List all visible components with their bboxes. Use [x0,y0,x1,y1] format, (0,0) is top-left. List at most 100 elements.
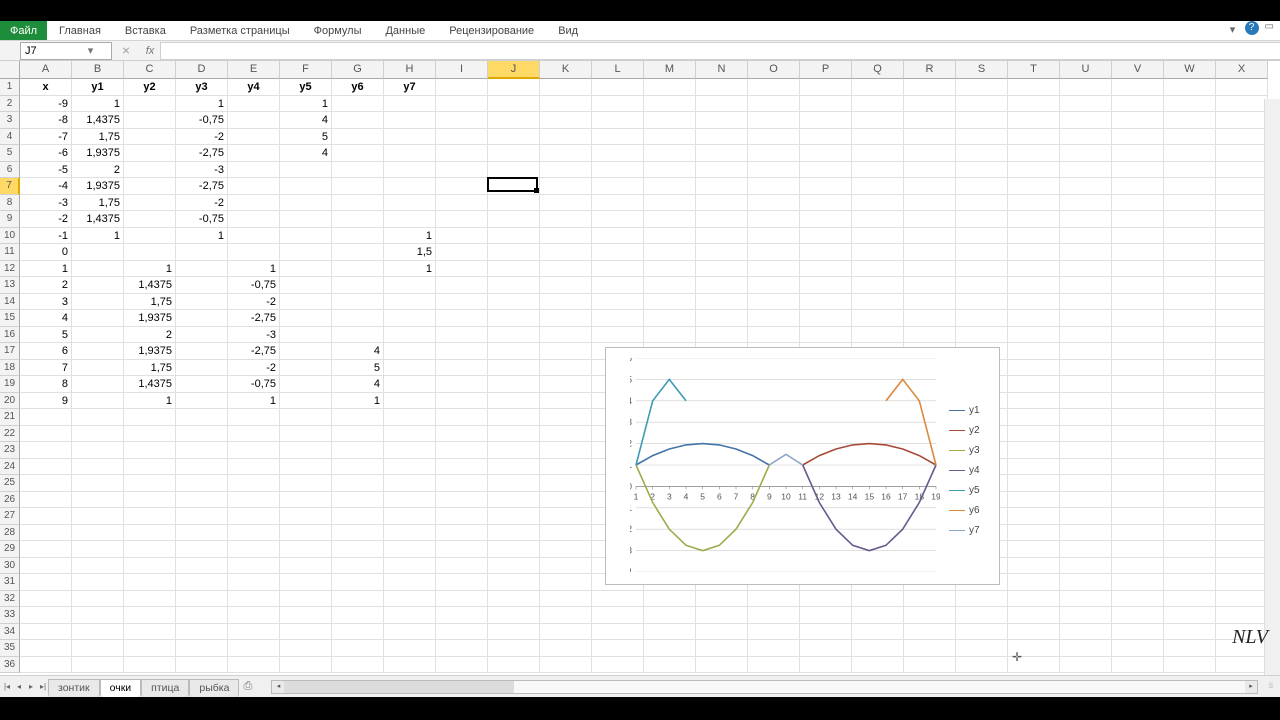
cell-U13[interactable] [1060,277,1112,294]
cell-M1[interactable] [644,79,696,96]
cell-I34[interactable] [436,624,488,641]
cell-X18[interactable] [1216,360,1268,377]
cell-B14[interactable] [72,294,124,311]
cell-A21[interactable] [20,409,72,426]
cell-W28[interactable] [1164,525,1216,542]
cell-E13[interactable]: -0,75 [228,277,280,294]
cell-E7[interactable] [228,178,280,195]
sheet-nav-next-icon[interactable]: ▸ [26,679,36,695]
cell-X7[interactable] [1216,178,1268,195]
cell-A22[interactable] [20,426,72,443]
cell-J9[interactable] [488,211,540,228]
cell-D27[interactable] [176,508,228,525]
cell-A10[interactable]: -1 [20,228,72,245]
cell-F17[interactable] [280,343,332,360]
cell-V15[interactable] [1112,310,1164,327]
cell-N5[interactable] [696,145,748,162]
cell-U12[interactable] [1060,261,1112,278]
cell-E23[interactable] [228,442,280,459]
cell-X29[interactable] [1216,541,1268,558]
cell-C19[interactable]: 1,4375 [124,376,176,393]
cell-N9[interactable] [696,211,748,228]
cell-Q9[interactable] [852,211,904,228]
cell-H3[interactable] [384,112,436,129]
cell-I24[interactable] [436,459,488,476]
cell-K16[interactable] [540,327,592,344]
cell-G17[interactable]: 4 [332,343,384,360]
cell-M5[interactable] [644,145,696,162]
cell-L15[interactable] [592,310,644,327]
cell-E25[interactable] [228,475,280,492]
cell-B10[interactable]: 1 [72,228,124,245]
cell-I30[interactable] [436,558,488,575]
cell-X31[interactable] [1216,574,1268,591]
cell-C30[interactable] [124,558,176,575]
cell-D10[interactable]: 1 [176,228,228,245]
cell-U32[interactable] [1060,591,1112,608]
cell-F12[interactable] [280,261,332,278]
cell-G18[interactable]: 5 [332,360,384,377]
cell-H2[interactable] [384,96,436,113]
cell-D5[interactable]: -2,75 [176,145,228,162]
cell-A2[interactable]: -9 [20,96,72,113]
cell-J6[interactable] [488,162,540,179]
cell-I18[interactable] [436,360,488,377]
cell-P11[interactable] [800,244,852,261]
cell-H8[interactable] [384,195,436,212]
cell-V11[interactable] [1112,244,1164,261]
cell-V30[interactable] [1112,558,1164,575]
cell-X12[interactable] [1216,261,1268,278]
cell-J5[interactable] [488,145,540,162]
cell-F27[interactable] [280,508,332,525]
cell-E36[interactable] [228,657,280,674]
cell-V12[interactable] [1112,261,1164,278]
cell-V4[interactable] [1112,129,1164,146]
row-header-29[interactable]: 29 [0,541,20,558]
cell-D2[interactable]: 1 [176,96,228,113]
cell-S3[interactable] [956,112,1008,129]
cell-O36[interactable] [748,657,800,674]
cell-C32[interactable] [124,591,176,608]
cell-R9[interactable] [904,211,956,228]
cell-I13[interactable] [436,277,488,294]
cell-K10[interactable] [540,228,592,245]
cell-T10[interactable] [1008,228,1060,245]
cell-B17[interactable] [72,343,124,360]
cell-C27[interactable] [124,508,176,525]
cell-H36[interactable] [384,657,436,674]
cell-C21[interactable] [124,409,176,426]
cell-G34[interactable] [332,624,384,641]
cell-A11[interactable]: 0 [20,244,72,261]
cell-A6[interactable]: -5 [20,162,72,179]
col-header-X[interactable]: X [1216,61,1268,79]
cell-A30[interactable] [20,558,72,575]
cell-A24[interactable] [20,459,72,476]
cell-K24[interactable] [540,459,592,476]
cell-F34[interactable] [280,624,332,641]
cell-A33[interactable] [20,607,72,624]
cell-G35[interactable] [332,640,384,657]
cell-G24[interactable] [332,459,384,476]
col-header-P[interactable]: P [800,61,852,79]
ribbon-tab-Рецензирование[interactable]: Рецензирование [437,21,546,40]
cell-G6[interactable] [332,162,384,179]
cell-K18[interactable] [540,360,592,377]
cell-F11[interactable] [280,244,332,261]
cell-O4[interactable] [748,129,800,146]
cell-H32[interactable] [384,591,436,608]
cell-H9[interactable] [384,211,436,228]
cell-M15[interactable] [644,310,696,327]
cell-T16[interactable] [1008,327,1060,344]
cell-C4[interactable] [124,129,176,146]
row-header-8[interactable]: 8 [0,195,20,212]
cell-S2[interactable] [956,96,1008,113]
grid[interactable]: ABCDEFGHIJKLMNOPQRSTUVWX 123456789101112… [0,61,1280,675]
row-header-4[interactable]: 4 [0,129,20,146]
cell-B36[interactable] [72,657,124,674]
cell-U16[interactable] [1060,327,1112,344]
cell-Q5[interactable] [852,145,904,162]
cell-M10[interactable] [644,228,696,245]
cell-V17[interactable] [1112,343,1164,360]
cell-F24[interactable] [280,459,332,476]
cell-F21[interactable] [280,409,332,426]
